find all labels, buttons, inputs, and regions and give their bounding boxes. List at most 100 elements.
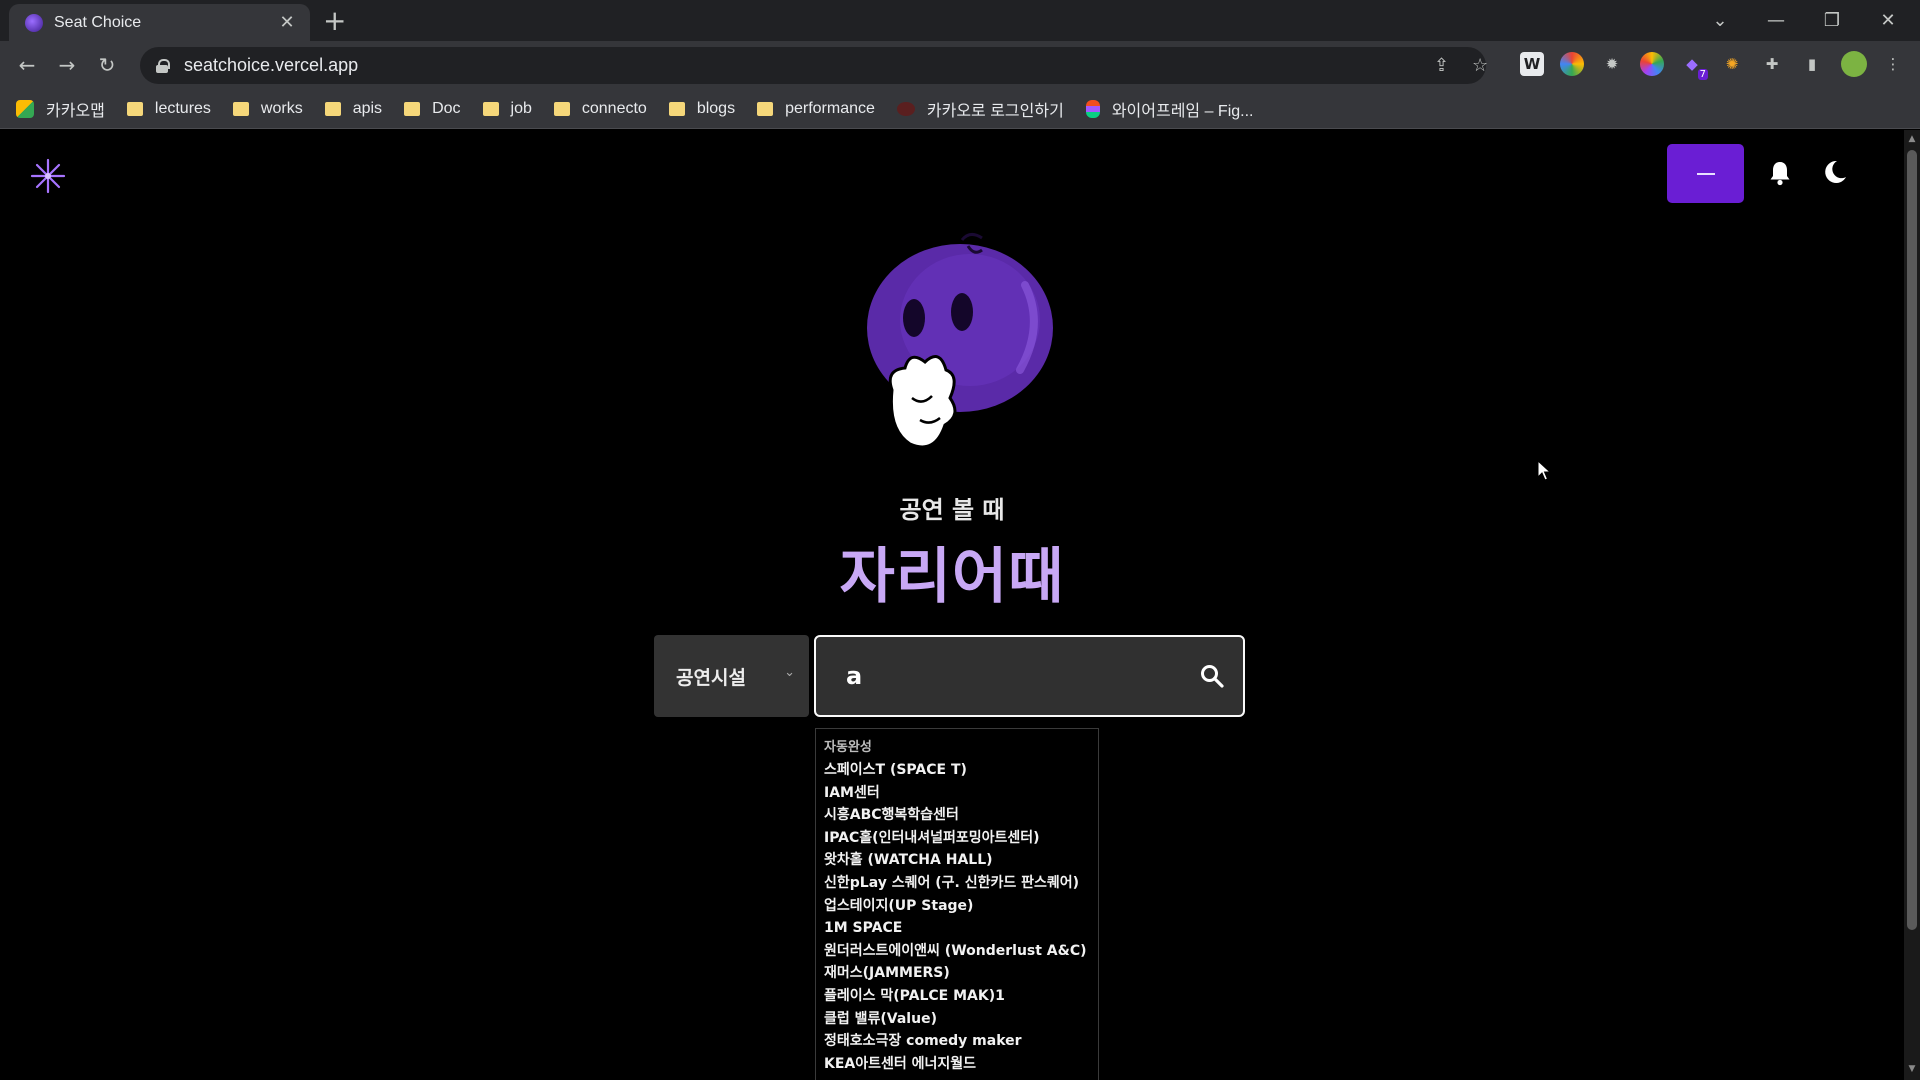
bookmark-label: connecto — [581, 99, 647, 117]
autocomplete-item[interactable]: 왓차홀 (WATCHA HALL) — [824, 849, 1090, 872]
bookmark-item[interactable]: 와이어프레임 – Fig... — [1085, 97, 1254, 121]
autocomplete-item[interactable]: 업스테이지(UP Stage) — [824, 895, 1090, 918]
back-icon[interactable]: ← — [11, 49, 43, 81]
profile-avatar-icon[interactable] — [1841, 51, 1867, 77]
extension-gear-icon[interactable]: ✹ — [1600, 52, 1624, 76]
scrollbar-thumb[interactable] — [1907, 150, 1917, 930]
page-scrollbar[interactable]: ▲ ▼ — [1904, 130, 1920, 1080]
url-text: seatchoice.vercel.app — [184, 55, 359, 75]
close-window-icon[interactable]: ✕ — [1860, 0, 1916, 41]
extension-badge-count: 7 — [1697, 69, 1708, 80]
autocomplete-item[interactable]: 1M SPACE — [824, 917, 1090, 940]
chevron-down-icon: ⌄ — [784, 665, 795, 680]
share-icon[interactable]: ⇪ — [1434, 55, 1449, 76]
menu-button[interactable] — [1667, 144, 1744, 203]
side-panel-icon[interactable]: ▮ — [1800, 52, 1824, 76]
bookmark-label: blogs — [696, 99, 736, 117]
bookmark-item[interactable]: 카카오로 로그인하기 — [896, 97, 1064, 121]
address-bar[interactable]: seatchoice.vercel.app ⇪ ☆ — [140, 47, 1488, 84]
folder-icon — [232, 101, 249, 116]
tab-search-chevron-icon[interactable]: ⌄ — [1692, 0, 1748, 41]
bookmark-label: 카카오맵 — [46, 102, 105, 120]
bookmark-label: apis — [352, 99, 383, 117]
mascot-illustration — [867, 233, 1053, 449]
scroll-up-icon[interactable]: ▲ — [1907, 134, 1917, 144]
bookmark-label: Doc — [432, 99, 461, 117]
minimize-icon[interactable]: — — [1748, 0, 1804, 41]
bookmark-folder[interactable]: blogs — [668, 99, 736, 118]
map-pin-icon — [16, 99, 34, 118]
autocomplete-item[interactable]: 신한pLay 스퀘어 (구. 신한카드 판스퀘어) — [824, 872, 1090, 895]
search-input[interactable]: a — [814, 635, 1245, 717]
bookmark-folder[interactable]: lectures — [126, 99, 211, 118]
autocomplete-header: 자동완성 — [824, 740, 872, 755]
autocomplete-item[interactable]: 재머스(JAMMERS) — [824, 962, 1090, 985]
autocomplete-item[interactable]: IPAC홀(인터내셔널퍼포밍아트센터) — [824, 827, 1090, 850]
autocomplete-item[interactable]: 정태호소극장 comedy maker — [824, 1030, 1090, 1053]
autocomplete-item[interactable]: KEA아트센터 에너지월드 — [824, 1053, 1090, 1076]
bookmark-folder[interactable]: performance — [757, 100, 875, 118]
browser-tab[interactable]: Seat Choice ✕ — [9, 4, 310, 41]
folder-icon — [482, 101, 499, 116]
bookmark-label: job — [510, 99, 532, 117]
bookmark-label: lectures — [154, 99, 211, 117]
bookmark-folder[interactable]: job — [482, 99, 532, 118]
extension-sun-icon[interactable]: ✺ — [1720, 52, 1744, 76]
bell-icon[interactable] — [1766, 159, 1794, 187]
extension-w-icon[interactable]: W — [1520, 52, 1544, 76]
category-select-value: 공연시설 — [676, 666, 746, 689]
dark-mode-moon-icon[interactable] — [1820, 158, 1848, 186]
bookmark-label: performance — [785, 99, 875, 117]
bookmark-folder[interactable]: works — [232, 99, 303, 118]
bookmark-item[interactable]: 카카오맵 — [16, 97, 105, 121]
extension-rainbow-icon[interactable] — [1640, 52, 1664, 76]
forward-icon[interactable]: → — [51, 49, 83, 81]
bookmark-folder[interactable]: Doc — [404, 99, 461, 118]
autocomplete-item[interactable]: 플레이스 막(PALCE MAK)1 — [824, 985, 1090, 1008]
autocomplete-item[interactable]: 시흥ABC행복학습센터 — [824, 804, 1090, 827]
search-icon[interactable] — [1199, 663, 1225, 689]
bookmark-label: works — [260, 99, 303, 117]
extension-badge-icon[interactable]: ◆ 7 — [1680, 52, 1708, 80]
reload-icon[interactable]: ↻ — [91, 49, 123, 81]
bookmarks-bar: 카카오맵 lectures works apis Doc job connect… — [0, 89, 1920, 129]
new-tab-icon[interactable]: + — [323, 6, 346, 36]
extensions-puzzle-icon[interactable]: ✚ — [1760, 52, 1784, 76]
folder-icon — [324, 101, 341, 116]
autocomplete-item[interactable]: IAM센터 — [824, 782, 1090, 805]
sparkle-logo-icon[interactable] — [30, 158, 66, 194]
autocomplete-item[interactable]: 원더러스트에이앤씨 (Wonderlust A&C) — [824, 940, 1090, 963]
autocomplete-item[interactable]: 스페이스T (SPACE T) — [824, 759, 1090, 782]
page-viewport: 공연 볼 때 자리어때 공연시설 ⌄ a 자동완성 스페이스T (SPACE T… — [0, 130, 1904, 1080]
bookmark-label: 카카오로 로그인하기 — [926, 102, 1064, 120]
tab-strip: Seat Choice ✕ + ⌄ — ❐ ✕ — [0, 0, 1920, 41]
hamburger-menu-icon — [1696, 172, 1715, 175]
folder-icon — [404, 101, 421, 116]
autocomplete-item[interactable]: 클럽 밸류(Value) — [824, 1008, 1090, 1031]
bookmark-star-icon[interactable]: ☆ — [1472, 55, 1488, 76]
folder-icon — [757, 101, 774, 116]
bookmark-label: 와이어프레임 – Fig... — [1111, 102, 1254, 120]
figma-icon — [1085, 99, 1100, 118]
search-input-value: a — [846, 662, 863, 690]
category-select[interactable]: 공연시설 ⌄ — [654, 635, 809, 717]
folder-icon — [553, 101, 570, 116]
restore-icon[interactable]: ❐ — [1804, 0, 1860, 41]
mouse-cursor-icon — [1537, 460, 1551, 481]
browser-toolbar: ← → ↻ seatchoice.vercel.app ⇪ ☆ W ✹ ◆ 7 ✺… — [0, 41, 1920, 89]
bookmark-folder[interactable]: connecto — [553, 99, 647, 118]
folder-icon — [126, 101, 143, 116]
scroll-down-icon[interactable]: ▼ — [1907, 1064, 1917, 1074]
kakao-icon — [896, 101, 915, 116]
folder-icon — [668, 101, 685, 116]
chrome-menu-icon[interactable]: ⋮ — [1881, 52, 1905, 76]
lock-icon — [156, 58, 170, 73]
seat-choice-favicon-icon — [25, 13, 43, 32]
hero-title: 자리어때 — [839, 542, 1065, 612]
hero-subtitle: 공연 볼 때 — [899, 496, 1005, 524]
close-tab-icon[interactable]: ✕ — [276, 12, 298, 33]
autocomplete-dropdown: 자동완성 스페이스T (SPACE T) IAM센터 시흥ABC행복학습센터 I… — [815, 728, 1099, 1080]
extension-color-icon[interactable] — [1560, 52, 1584, 76]
tab-title: Seat Choice — [54, 13, 142, 31]
bookmark-folder[interactable]: apis — [324, 99, 383, 118]
